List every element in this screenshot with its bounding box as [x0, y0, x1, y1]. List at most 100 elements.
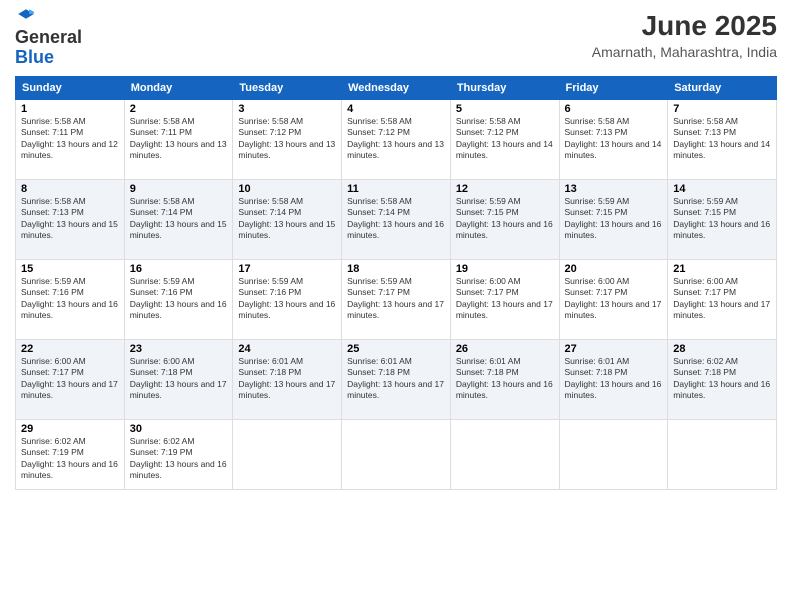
title-section: June 2025 Amarnath, Maharashtra, India [592, 10, 777, 60]
table-row: 25 Sunrise: 6:01 AM Sunset: 7:18 PM Dayl… [342, 339, 451, 419]
day-info: Sunrise: 5:59 AM Sunset: 7:16 PM Dayligh… [238, 276, 336, 322]
day-info: Sunrise: 6:02 AM Sunset: 7:19 PM Dayligh… [21, 436, 119, 482]
day-number: 14 [673, 183, 771, 195]
day-number: 9 [130, 183, 228, 195]
day-number: 30 [130, 423, 228, 435]
day-info: Sunrise: 5:59 AM Sunset: 7:15 PM Dayligh… [673, 196, 771, 242]
col-thursday: Thursday [450, 76, 559, 99]
day-info: Sunrise: 5:58 AM Sunset: 7:12 PM Dayligh… [347, 116, 445, 162]
day-number: 24 [238, 343, 336, 355]
day-number: 16 [130, 263, 228, 275]
table-row: 9 Sunrise: 5:58 AM Sunset: 7:14 PM Dayli… [124, 179, 233, 259]
table-row [233, 419, 342, 489]
table-row: 17 Sunrise: 5:59 AM Sunset: 7:16 PM Dayl… [233, 259, 342, 339]
day-info: Sunrise: 5:59 AM Sunset: 7:16 PM Dayligh… [21, 276, 119, 322]
table-row: 12 Sunrise: 5:59 AM Sunset: 7:15 PM Dayl… [450, 179, 559, 259]
day-number: 21 [673, 263, 771, 275]
table-row: 24 Sunrise: 6:01 AM Sunset: 7:18 PM Dayl… [233, 339, 342, 419]
day-number: 15 [21, 263, 119, 275]
day-info: Sunrise: 6:01 AM Sunset: 7:18 PM Dayligh… [565, 356, 663, 402]
day-info: Sunrise: 6:00 AM Sunset: 7:17 PM Dayligh… [21, 356, 119, 402]
day-number: 3 [238, 103, 336, 115]
day-number: 10 [238, 183, 336, 195]
col-friday: Friday [559, 76, 668, 99]
day-info: Sunrise: 5:58 AM Sunset: 7:12 PM Dayligh… [456, 116, 554, 162]
calendar-week-row: 8 Sunrise: 5:58 AM Sunset: 7:13 PM Dayli… [16, 179, 777, 259]
day-info: Sunrise: 5:58 AM Sunset: 7:11 PM Dayligh… [21, 116, 119, 162]
day-info: Sunrise: 5:58 AM Sunset: 7:13 PM Dayligh… [673, 116, 771, 162]
day-number: 23 [130, 343, 228, 355]
day-number: 22 [21, 343, 119, 355]
table-row: 3 Sunrise: 5:58 AM Sunset: 7:12 PM Dayli… [233, 99, 342, 179]
calendar-week-row: 15 Sunrise: 5:59 AM Sunset: 7:16 PM Dayl… [16, 259, 777, 339]
col-wednesday: Wednesday [342, 76, 451, 99]
day-info: Sunrise: 5:59 AM Sunset: 7:15 PM Dayligh… [456, 196, 554, 242]
day-info: Sunrise: 6:01 AM Sunset: 7:18 PM Dayligh… [238, 356, 336, 402]
table-row: 2 Sunrise: 5:58 AM Sunset: 7:11 PM Dayli… [124, 99, 233, 179]
calendar-week-row: 1 Sunrise: 5:58 AM Sunset: 7:11 PM Dayli… [16, 99, 777, 179]
day-number: 7 [673, 103, 771, 115]
logo-blue-text: Blue [15, 47, 54, 67]
table-row: 6 Sunrise: 5:58 AM Sunset: 7:13 PM Dayli… [559, 99, 668, 179]
day-number: 17 [238, 263, 336, 275]
logo-general-text: General [15, 27, 82, 47]
calendar-header-row: Sunday Monday Tuesday Wednesday Thursday… [16, 76, 777, 99]
day-number: 12 [456, 183, 554, 195]
day-info: Sunrise: 6:00 AM Sunset: 7:17 PM Dayligh… [673, 276, 771, 322]
day-number: 28 [673, 343, 771, 355]
table-row [450, 419, 559, 489]
day-info: Sunrise: 6:00 AM Sunset: 7:18 PM Dayligh… [130, 356, 228, 402]
day-number: 25 [347, 343, 445, 355]
day-number: 19 [456, 263, 554, 275]
calendar-week-row: 29 Sunrise: 6:02 AM Sunset: 7:19 PM Dayl… [16, 419, 777, 489]
day-info: Sunrise: 6:00 AM Sunset: 7:17 PM Dayligh… [565, 276, 663, 322]
calendar-table: Sunday Monday Tuesday Wednesday Thursday… [15, 76, 777, 490]
day-info: Sunrise: 5:58 AM Sunset: 7:13 PM Dayligh… [21, 196, 119, 242]
day-info: Sunrise: 5:58 AM Sunset: 7:14 PM Dayligh… [347, 196, 445, 242]
table-row: 16 Sunrise: 5:59 AM Sunset: 7:16 PM Dayl… [124, 259, 233, 339]
day-info: Sunrise: 5:58 AM Sunset: 7:14 PM Dayligh… [130, 196, 228, 242]
table-row: 10 Sunrise: 5:58 AM Sunset: 7:14 PM Dayl… [233, 179, 342, 259]
table-row: 23 Sunrise: 6:00 AM Sunset: 7:18 PM Dayl… [124, 339, 233, 419]
day-info: Sunrise: 5:59 AM Sunset: 7:16 PM Dayligh… [130, 276, 228, 322]
month-title: June 2025 [592, 10, 777, 42]
day-info: Sunrise: 5:59 AM Sunset: 7:17 PM Dayligh… [347, 276, 445, 322]
day-info: Sunrise: 5:58 AM Sunset: 7:12 PM Dayligh… [238, 116, 336, 162]
day-number: 2 [130, 103, 228, 115]
page-header: General Blue June 2025 Amarnath, Maharas… [15, 10, 777, 68]
table-row: 22 Sunrise: 6:00 AM Sunset: 7:17 PM Dayl… [16, 339, 125, 419]
day-info: Sunrise: 6:02 AM Sunset: 7:18 PM Dayligh… [673, 356, 771, 402]
table-row: 15 Sunrise: 5:59 AM Sunset: 7:16 PM Dayl… [16, 259, 125, 339]
table-row: 14 Sunrise: 5:59 AM Sunset: 7:15 PM Dayl… [668, 179, 777, 259]
day-info: Sunrise: 6:01 AM Sunset: 7:18 PM Dayligh… [456, 356, 554, 402]
table-row: 7 Sunrise: 5:58 AM Sunset: 7:13 PM Dayli… [668, 99, 777, 179]
day-info: Sunrise: 5:59 AM Sunset: 7:15 PM Dayligh… [565, 196, 663, 242]
day-info: Sunrise: 6:02 AM Sunset: 7:19 PM Dayligh… [130, 436, 228, 482]
day-number: 11 [347, 183, 445, 195]
day-info: Sunrise: 5:58 AM Sunset: 7:11 PM Dayligh… [130, 116, 228, 162]
day-number: 1 [21, 103, 119, 115]
day-info: Sunrise: 5:58 AM Sunset: 7:14 PM Dayligh… [238, 196, 336, 242]
day-number: 29 [21, 423, 119, 435]
table-row: 28 Sunrise: 6:02 AM Sunset: 7:18 PM Dayl… [668, 339, 777, 419]
table-row: 4 Sunrise: 5:58 AM Sunset: 7:12 PM Dayli… [342, 99, 451, 179]
col-sunday: Sunday [16, 76, 125, 99]
location-title: Amarnath, Maharashtra, India [592, 44, 777, 60]
table-row: 29 Sunrise: 6:02 AM Sunset: 7:19 PM Dayl… [16, 419, 125, 489]
calendar-week-row: 22 Sunrise: 6:00 AM Sunset: 7:17 PM Dayl… [16, 339, 777, 419]
day-info: Sunrise: 6:01 AM Sunset: 7:18 PM Dayligh… [347, 356, 445, 402]
day-number: 26 [456, 343, 554, 355]
calendar-page: General Blue June 2025 Amarnath, Maharas… [0, 0, 792, 612]
table-row: 21 Sunrise: 6:00 AM Sunset: 7:17 PM Dayl… [668, 259, 777, 339]
col-tuesday: Tuesday [233, 76, 342, 99]
col-monday: Monday [124, 76, 233, 99]
day-number: 6 [565, 103, 663, 115]
table-row [668, 419, 777, 489]
day-number: 4 [347, 103, 445, 115]
table-row: 5 Sunrise: 5:58 AM Sunset: 7:12 PM Dayli… [450, 99, 559, 179]
table-row [342, 419, 451, 489]
table-row: 30 Sunrise: 6:02 AM Sunset: 7:19 PM Dayl… [124, 419, 233, 489]
table-row [559, 419, 668, 489]
day-info: Sunrise: 5:58 AM Sunset: 7:13 PM Dayligh… [565, 116, 663, 162]
logo-icon [17, 5, 35, 23]
